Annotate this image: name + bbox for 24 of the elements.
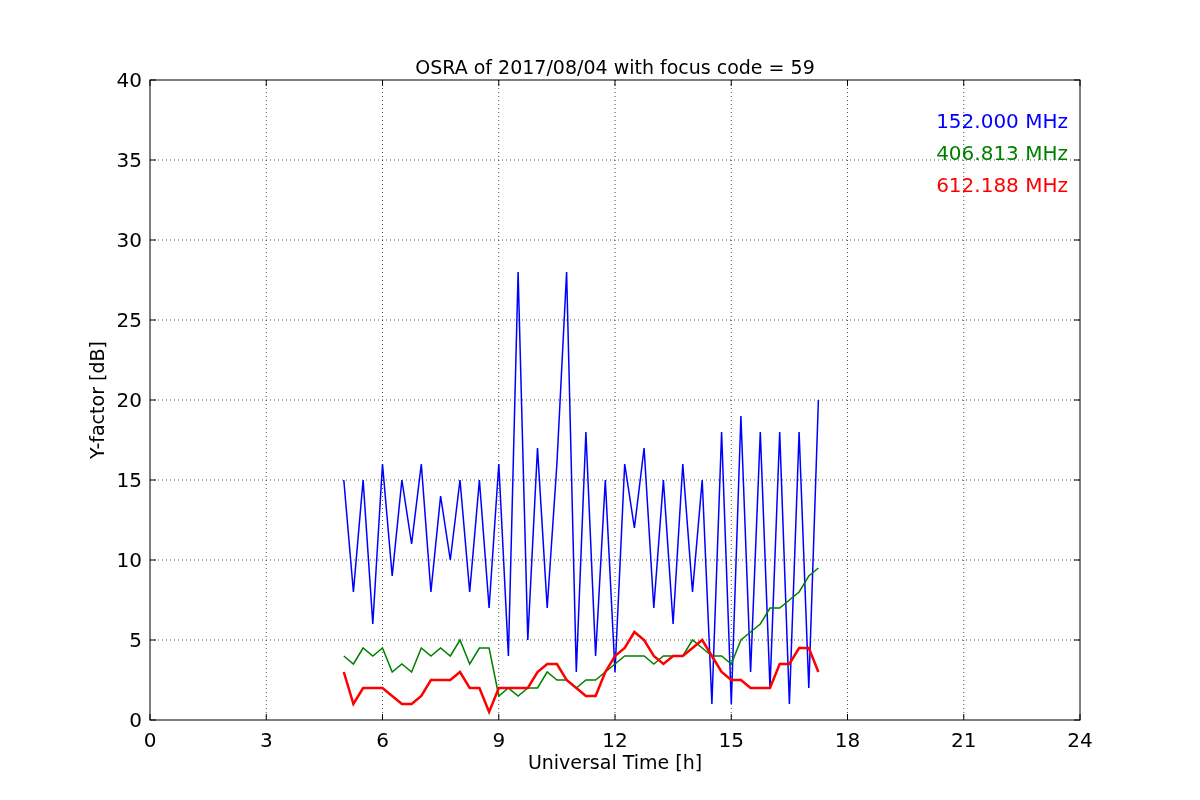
legend-label: 406.813 MHz <box>936 141 1068 165</box>
tick-label: 3 <box>259 728 273 752</box>
legend-label: 612.188 MHz <box>936 173 1068 197</box>
axis-title: Y-factor [dB] <box>86 341 108 459</box>
tick-label: 35 <box>116 148 142 172</box>
tick-label: 9 <box>492 728 506 752</box>
tick-label: 15 <box>116 468 142 492</box>
chart-title: OSRA of 2017/08/04 with focus code = 59 <box>415 56 815 78</box>
tick-label: 18 <box>834 728 861 752</box>
tick-label: 0 <box>129 708 142 732</box>
tick-label: 21 <box>951 728 977 752</box>
legend-label: 152.000 MHz <box>936 109 1068 133</box>
tick-label: 30 <box>116 228 142 252</box>
axis-title: Universal Time [h] <box>527 751 703 773</box>
tick-label: 6 <box>376 728 389 752</box>
tick-label: 24 <box>1067 728 1093 752</box>
tick-label: 10 <box>116 548 142 572</box>
tick-label: 20 <box>116 388 142 412</box>
tick-label: 12 <box>602 728 628 752</box>
tick-label: 0 <box>143 728 157 752</box>
tick-label: 5 <box>129 628 142 652</box>
tick-label: 15 <box>718 728 744 752</box>
tick-label: 40 <box>116 68 142 92</box>
tick-label: 25 <box>116 308 142 332</box>
